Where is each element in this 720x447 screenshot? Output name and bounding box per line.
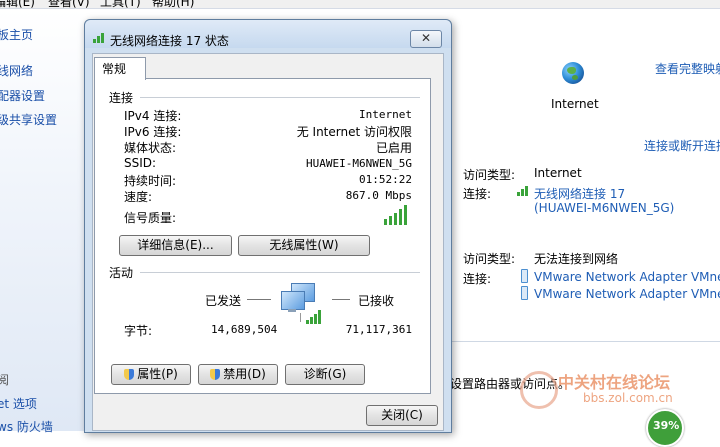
bytes-received-value: 71,117,361 <box>345 323 412 336</box>
dialog-titlebar[interactable]: 无线网络连接 17 状态 ✕ <box>85 20 451 48</box>
divider <box>140 272 420 273</box>
divider <box>140 97 420 98</box>
ssid-label: SSID: <box>124 156 157 170</box>
firewall-link[interactable]: ws 防火墙 <box>0 418 53 435</box>
sharing-settings-link[interactable]: 级共享设置 <box>0 111 57 128</box>
activity-section-heading: 活动 <box>109 266 134 280</box>
speed-label: 速度: <box>124 190 153 204</box>
wifi-signal-icon <box>517 185 531 196</box>
close-button[interactable]: 关闭(C) <box>366 405 438 426</box>
details-button[interactable]: 详细信息(E)... <box>119 235 232 256</box>
received-label: 已接收 <box>358 294 395 308</box>
ipv4-label: IPv4 连接: <box>124 109 182 123</box>
close-window-button[interactable]: ✕ <box>410 30 442 48</box>
menu-view[interactable]: 查看(V) <box>48 0 90 8</box>
watermark-url: bbs.zol.com.cn <box>583 391 673 405</box>
divider <box>247 299 271 300</box>
connect-disconnect-link[interactable]: 连接或断开连接 <box>644 137 720 154</box>
connection-section-heading: 连接 <box>109 91 134 105</box>
shield-icon <box>124 369 135 380</box>
access-type-value: Internet <box>534 166 582 180</box>
duration-label: 持续时间: <box>124 174 177 188</box>
divider <box>452 341 720 342</box>
ipv4-value: Internet <box>359 108 412 121</box>
signal-quality-label: 信号质量: <box>124 211 177 225</box>
wireless-ssid-link[interactable]: (HUAWEI-M6NWEN_5G) <box>534 201 674 215</box>
wireless-connection-link[interactable]: 无线网络连接 17 <box>534 185 625 202</box>
dialog-title: 无线网络连接 17 状态 <box>110 34 229 48</box>
bytes-sent-value: 14,689,504 <box>211 323 278 336</box>
ssid-value: HUAWEI-M6NWEN_5G <box>306 157 412 170</box>
status-dialog: 无线网络连接 17 状态 ✕ 常规 连接 IPv4 连接: Internet I… <box>84 19 452 433</box>
speed-value: 867.0 Mbps <box>345 189 412 202</box>
ipv6-label: IPv6 连接: <box>124 125 182 139</box>
properties-button[interactable]: 属性(P) <box>111 364 191 385</box>
media-state-value: 已启用 <box>375 141 412 155</box>
menu-bar: 编辑(E) 查看(V) 工具(T) 帮助(H) <box>0 0 720 9</box>
connections-label: 连接: <box>463 187 492 201</box>
wireless-properties-button[interactable]: 无线属性(W) <box>238 235 370 256</box>
bytes-label: 字节: <box>124 324 153 338</box>
ethernet-adapter-icon <box>521 269 528 283</box>
signal-strength-icon <box>384 205 410 225</box>
tab-general[interactable]: 常规 <box>94 57 146 80</box>
left-navigation-pane: 板主页 线网络 配器设置 级共享设置 阅 et 选项 ws 防火墙 <box>0 9 84 434</box>
general-panel: 连接 IPv4 连接: Internet IPv6 连接: 无 Internet… <box>94 78 431 394</box>
internet-options-link[interactable]: et 选项 <box>0 395 37 412</box>
media-state-label: 媒体状态: <box>124 141 177 155</box>
disable-button[interactable]: 禁用(D) <box>198 364 278 385</box>
connections-label-2: 连接: <box>463 272 492 286</box>
menu-tools[interactable]: 工具(T) <box>100 0 141 8</box>
watermark-text: 中关村在线论坛 <box>558 373 671 392</box>
ipv6-value: 无 Internet 访问权限 <box>296 125 412 139</box>
menu-edit[interactable]: 编辑(E) <box>0 0 35 8</box>
duration-value: 01:52:22 <box>359 173 412 186</box>
change-adapter-link[interactable]: 配器设置 <box>0 87 45 104</box>
access-type-label-2: 访问类型: <box>463 252 516 266</box>
access-type-label: 访问类型: <box>463 168 516 182</box>
network-activity-icon <box>277 283 325 324</box>
menu-help[interactable]: 帮助(H) <box>152 0 194 8</box>
close-icon: ✕ <box>420 31 432 45</box>
wifi-signal-icon <box>93 32 107 43</box>
sent-label: 已发送 <box>205 294 242 308</box>
vmnet8-link[interactable]: VMware Network Adapter VMnet8 <box>534 287 720 301</box>
watermark-logo <box>520 371 558 409</box>
tab-general-label: 常规 <box>102 62 127 76</box>
status-badge: 39% <box>646 409 684 447</box>
manage-wireless-link[interactable]: 线网络 <box>0 62 33 79</box>
control-panel-home-link[interactable]: 板主页 <box>0 26 33 43</box>
internet-globe-icon <box>562 62 584 84</box>
watermark: 中关村在线论坛 bbs.zol.com.cn 39% <box>520 365 720 447</box>
internet-label: Internet <box>551 97 599 111</box>
vmnet1-link[interactable]: VMware Network Adapter VMnet1 <box>534 270 720 284</box>
divider <box>332 299 350 300</box>
see-also-heading: 阅 <box>0 373 10 387</box>
shield-icon <box>210 369 221 380</box>
access-type-value-2: 无法连接到网络 <box>534 252 619 266</box>
view-full-map-link[interactable]: 查看完整映射 <box>655 60 720 77</box>
ethernet-adapter-icon <box>521 286 528 300</box>
diagnose-button[interactable]: 诊断(G) <box>285 364 365 385</box>
